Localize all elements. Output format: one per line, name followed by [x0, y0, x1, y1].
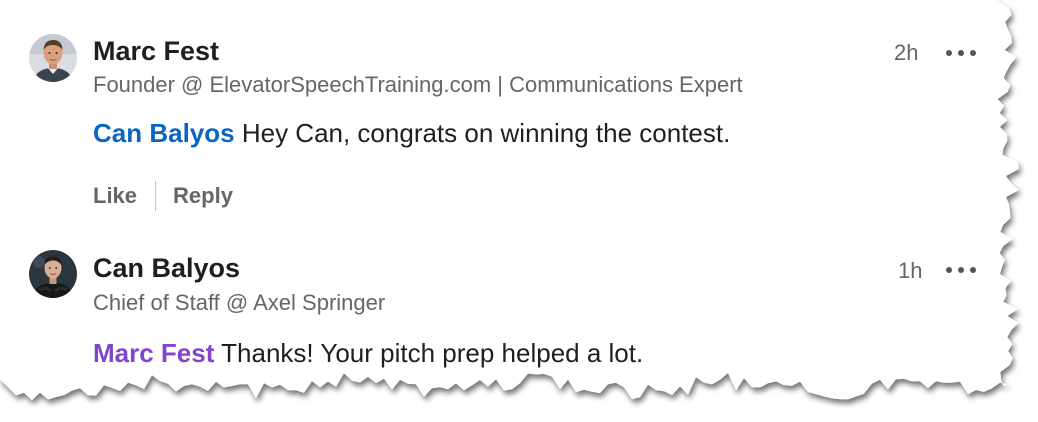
author-name[interactable]: Marc Fest	[93, 36, 219, 67]
action-divider	[155, 181, 157, 211]
comment-timestamp: 2h	[894, 40, 919, 65]
avatar-photo-icon	[29, 250, 77, 298]
author-name[interactable]: Can Balyos	[93, 253, 240, 284]
more-options-icon[interactable]	[946, 48, 976, 58]
author-headline: Founder @ ElevatorSpeechTraining.com | C…	[93, 72, 743, 97]
more-options-icon[interactable]	[946, 265, 976, 275]
mention-link[interactable]: Can Balyos	[93, 118, 235, 148]
avatar-photo-icon	[29, 34, 77, 82]
author-avatar[interactable]	[29, 250, 77, 298]
reply-button[interactable]: Reply	[173, 183, 233, 209]
author-headline: Chief of Staff @ Axel Springer	[93, 290, 386, 315]
comment-body: Can Balyos Hey Can, congrats on winning …	[93, 118, 730, 149]
comment-timestamp: 1h	[898, 258, 923, 283]
comment-body: Marc Fest Thanks! Your pitch prep helped…	[93, 338, 643, 369]
author-avatar[interactable]	[29, 34, 77, 82]
comment-thread-screenshot: Marc Fest Founder @ ElevatorSpeechTraini…	[0, 0, 1038, 422]
comment-text: Thanks! Your pitch prep helped a lot.	[214, 338, 644, 368]
like-button[interactable]: Like	[93, 183, 137, 209]
comment-actions: Like Reply	[93, 180, 233, 212]
mention-link[interactable]: Marc Fest	[93, 338, 214, 368]
comment-text: Hey Can, congrats on winning the contest…	[234, 118, 731, 148]
